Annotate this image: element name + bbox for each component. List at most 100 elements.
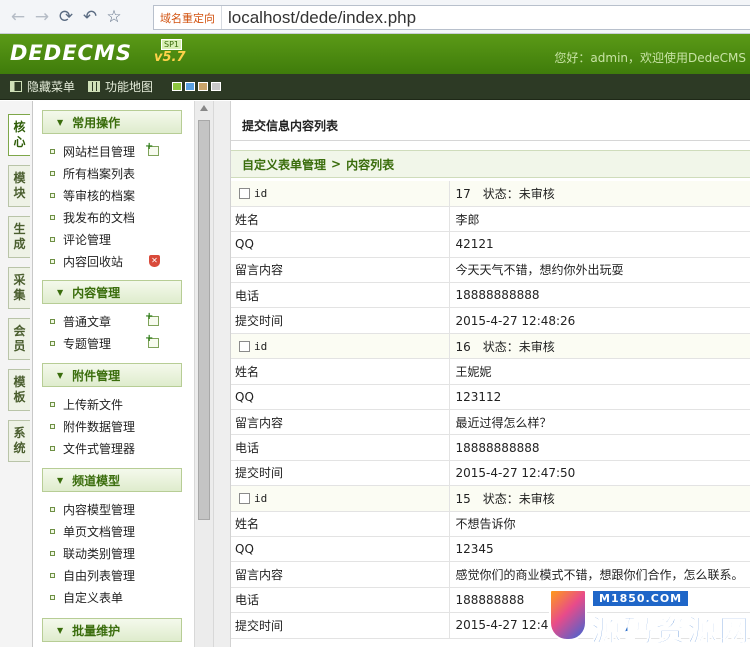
back-icon[interactable]: ← — [6, 5, 30, 29]
module-tab[interactable]: 模块 — [8, 165, 30, 207]
status-badge: 未审核 — [518, 491, 555, 506]
bullet-icon — [50, 445, 55, 451]
reload-icon[interactable]: ⟳ — [54, 5, 78, 29]
module-tab[interactable]: 会员 — [8, 318, 30, 360]
field-label: 提交时间 — [231, 612, 450, 639]
field-value: 12345 — [449, 536, 750, 563]
field-label: 电话 — [231, 434, 450, 461]
record-checkbox[interactable] — [239, 188, 250, 200]
menu-item-label: 普通文章 — [63, 314, 112, 329]
sidebar-scrollbar[interactable] — [194, 101, 214, 647]
module-tab[interactable]: 系统 — [8, 420, 30, 462]
module-tab-label: 模块 — [13, 171, 26, 200]
bullet-icon — [50, 528, 55, 534]
table-row: 姓名 不想告诉你 — [231, 511, 750, 537]
menu-item-label: 所有档案列表 — [63, 166, 136, 181]
module-tab[interactable]: 模板 — [8, 369, 30, 411]
menu-item[interactable]: 上传新文件 — [50, 394, 123, 414]
menu-item[interactable]: 文件式管理器 — [50, 438, 135, 458]
status-label: 状态： — [482, 491, 519, 506]
breadcrumb-parent[interactable]: 自定义表单管理 — [242, 156, 326, 173]
field-label: 姓名 — [231, 511, 450, 537]
menu-section-header[interactable]: ▼ 内容管理 — [42, 280, 182, 304]
menu-item[interactable]: 网站栏目管理 — [50, 141, 135, 161]
table-row: 提交时间 2015-4-27 12:48:26 — [231, 307, 750, 334]
module-tab[interactable]: 生成 — [8, 216, 30, 258]
menu-section-header[interactable]: ▼ 附件管理 — [42, 363, 182, 387]
skin-swatch[interactable] — [198, 82, 209, 91]
module-tab[interactable]: 核心 — [8, 114, 30, 156]
menu-item[interactable]: 所有档案列表 — [50, 163, 135, 183]
field-label: 电话 — [231, 282, 450, 309]
menu-item[interactable]: 内容回收站 — [50, 251, 123, 271]
star-icon[interactable]: ☆ — [102, 5, 126, 29]
undo-icon[interactable]: ↶ — [78, 5, 102, 29]
menu-item-label: 评论管理 — [63, 232, 112, 247]
sidebar-menu: ▼ 常用操作 网站栏目管理 所有档案列表 等审核的档案 我发布的文档 评论管理 内容回收站 ▼ 内… — [34, 101, 194, 647]
menu-item[interactable]: 附件数据管理 — [50, 416, 135, 436]
menu-item-label: 上传新文件 — [63, 397, 124, 412]
add-icon[interactable] — [145, 333, 159, 348]
welcome-text: 您好：admin，欢迎使用DedeCMS — [554, 51, 746, 65]
table-row: 姓名 王妮妮 — [231, 358, 750, 385]
bullet-icon — [50, 550, 55, 556]
field-label: QQ — [231, 536, 450, 563]
menu-item[interactable]: 等审核的档案 — [50, 185, 135, 205]
table-row: 电话 18888888888 — [231, 434, 750, 461]
sidebar-icon — [10, 81, 22, 92]
status-label: 状态： — [482, 339, 519, 354]
menu-item[interactable]: 联动类别管理 — [50, 543, 135, 563]
menu-item-label: 自由列表管理 — [63, 568, 136, 583]
record-select-cell: id — [231, 333, 450, 360]
menu-section-header[interactable]: ▼ 频道模型 — [42, 468, 182, 492]
menu-item[interactable]: 内容模型管理 — [50, 499, 135, 519]
add-icon[interactable] — [145, 141, 159, 156]
address-bar[interactable]: 域名重定向 localhost/dede/index.php — [153, 5, 750, 30]
field-label: 提交时间 — [231, 307, 450, 334]
clear-recycle-icon[interactable]: ✕ — [149, 255, 160, 267]
menu-section-header[interactable]: ▼ 常用操作 — [42, 110, 182, 134]
scroll-up-icon[interactable] — [200, 105, 208, 111]
menu-section-title: 批量维护 — [72, 623, 121, 638]
field-label: 提交时间 — [231, 460, 450, 487]
menu-section-header[interactable]: ▼ 批量维护 — [42, 618, 182, 642]
bullet-icon — [50, 192, 55, 198]
record-checkbox[interactable] — [239, 493, 250, 505]
menu-item[interactable]: 专题管理 — [50, 333, 111, 353]
record-id-label: id — [254, 187, 268, 201]
field-value: 王妮妮 — [449, 358, 750, 385]
menu-item[interactable]: 我发布的文档 — [50, 207, 135, 227]
menu-item[interactable]: 自定义表单 — [50, 587, 123, 607]
record-header-row: id 17 状态：未审核 — [231, 181, 750, 207]
field-label: 留言内容 — [231, 561, 450, 588]
url-text[interactable]: localhost/dede/index.php — [228, 8, 416, 28]
field-label: 留言内容 — [231, 257, 450, 284]
menu-item[interactable]: 单页文档管理 — [50, 521, 135, 541]
menu-item[interactable]: 自由列表管理 — [50, 565, 135, 585]
field-label: 电话 — [231, 587, 450, 614]
header: DEDECMS SP1 v5.7 您好：admin，欢迎使用DedeCMS — [0, 34, 750, 74]
menu-item[interactable]: 普通文章 — [50, 311, 111, 331]
skin-swatch[interactable] — [172, 82, 183, 91]
collapse-arrow-icon: ▼ — [57, 287, 64, 297]
table-row: QQ 42121 — [231, 231, 750, 258]
bullet-icon — [50, 340, 55, 346]
add-icon[interactable] — [145, 311, 159, 326]
logo: DEDECMS — [10, 41, 132, 65]
skin-swatch[interactable] — [185, 82, 196, 91]
module-tab[interactable]: 采集 — [8, 267, 30, 309]
page-title: 提交信息内容列表 — [231, 111, 750, 141]
hide-menu-button[interactable]: 隐藏菜单 — [10, 78, 75, 95]
skin-swatch[interactable] — [211, 82, 222, 91]
field-value: 42121 — [449, 231, 750, 258]
forward-icon[interactable]: → — [30, 5, 54, 29]
field-value: 18888888888 — [449, 434, 750, 461]
site-map-button[interactable]: 功能地图 — [88, 78, 153, 95]
redirect-tag[interactable]: 域名重定向 — [154, 6, 222, 29]
splitter[interactable] — [214, 101, 230, 647]
record-checkbox[interactable] — [239, 341, 250, 353]
menu-item-label: 附件数据管理 — [63, 419, 136, 434]
menu-item[interactable]: 评论管理 — [50, 229, 111, 249]
site-map-label: 功能地图 — [105, 80, 154, 94]
scrollbar-thumb[interactable] — [198, 120, 210, 520]
